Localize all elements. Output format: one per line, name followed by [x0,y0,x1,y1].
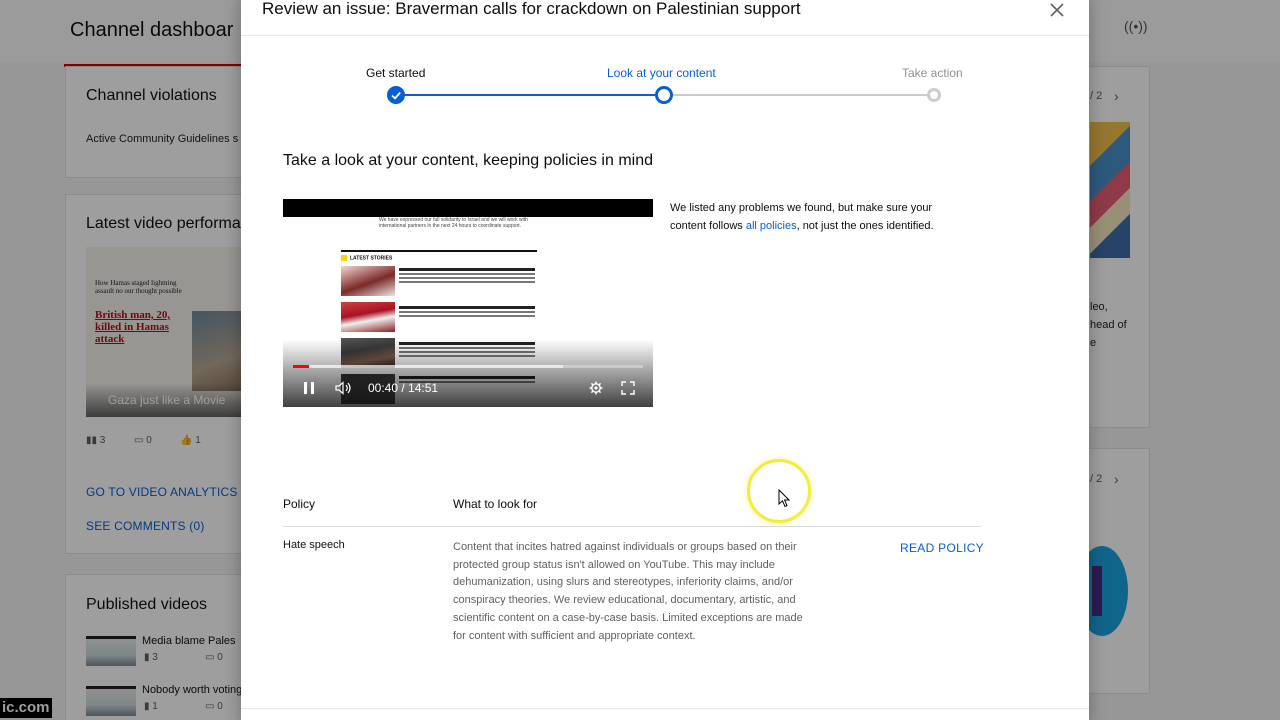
policy-note: We listed any problems we found, but mak… [670,202,934,232]
step-label-take-action[interactable]: Take action [902,66,963,80]
latest-stories-label: LATEST STORIES [341,255,392,261]
progress-stepper: Get started Look at your content Take ac… [241,58,1089,118]
latest-stories-square-icon [341,255,347,261]
dialog-title: Review an issue: Braverman calls for cra… [262,0,801,18]
step-upcoming-icon[interactable] [927,88,941,102]
dialog-header: Review an issue: Braverman calls for cra… [241,0,1089,36]
step-current-icon[interactable] [655,86,673,104]
table-divider [283,526,981,527]
progress-played [293,365,309,368]
pause-icon[interactable] [301,381,317,398]
step-label-get-started[interactable]: Get started [366,66,425,80]
step-done-check-icon[interactable] [387,86,405,104]
settings-gear-icon[interactable] [588,381,604,398]
policy-name: Hate speech [283,539,345,551]
story-image [341,266,395,296]
section-heading: Take a look at your content, keeping pol… [283,152,653,169]
policy-column-header: Policy [283,497,316,511]
mouse-pointer-icon [778,488,791,513]
playback-time: 00:40 / 14:51 [368,381,439,395]
story-image [341,302,395,332]
close-icon[interactable] [1045,0,1069,22]
policy-description: Content that incites hatred against indi… [453,541,803,642]
fullscreen-icon[interactable] [620,381,636,398]
story-text-lines [399,268,535,285]
what-to-look-for-column-header: What to look for [453,497,538,511]
read-policy-button[interactable]: READ POLICY [900,541,984,555]
volume-icon[interactable] [335,381,353,398]
all-policies-link[interactable]: all policies [746,220,797,232]
story-text-lines [399,306,535,319]
stepper-line-completed [404,94,663,96]
stepper-line-remaining [673,94,931,96]
progress-buffered [293,365,563,368]
video-player[interactable]: We have expressed our full solidarity to… [283,199,653,407]
dialog-footer-divider [241,708,1089,709]
current-time: 00:40 [368,381,399,395]
review-issue-dialog: Review an issue: Braverman calls for cra… [241,0,1089,720]
step-label-look-at-content[interactable]: Look at your content [607,66,716,80]
duration: 14:51 [408,381,439,395]
video-frame-quote: We have expressed our full solidarity to… [379,217,528,229]
